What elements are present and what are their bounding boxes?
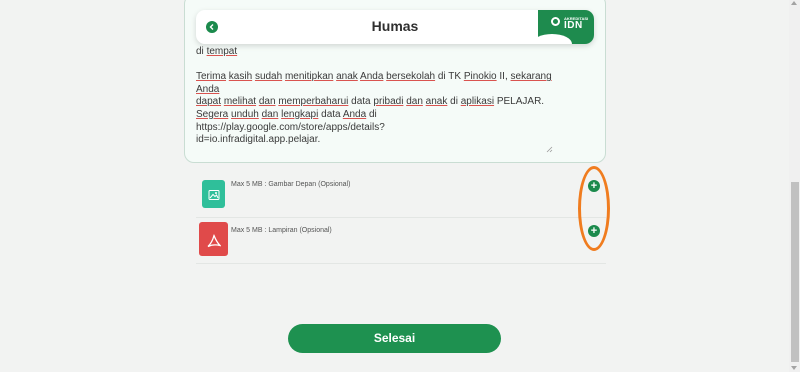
spellcheck-word: anak <box>425 96 448 108</box>
done-button[interactable]: Selesai <box>288 324 501 353</box>
message-text: data <box>318 108 343 120</box>
spellcheck-word: dan <box>406 96 423 108</box>
spellcheck-word: sudah <box>254 71 283 83</box>
upload-label-attachment: Max 5 MB : Lampiran (Opsional) <box>231 227 332 234</box>
scroll-down-arrow-icon[interactable] <box>791 366 797 370</box>
spellcheck-word: sekarang <box>510 71 552 83</box>
spellcheck-word: dan <box>261 108 279 120</box>
spellcheck-word: Anda <box>196 83 220 95</box>
message-text: di <box>447 96 461 108</box>
page-title: Humas <box>371 18 419 34</box>
resize-handle-icon[interactable] <box>546 146 553 153</box>
message-line-2: dapat melihat dan memperbaharui data pri… <box>196 96 556 109</box>
spellcheck-word: bersekolah <box>386 71 436 83</box>
image-file-icon <box>202 180 225 208</box>
spellcheck-word: Anda <box>360 71 384 83</box>
spellcheck-word: Segera <box>196 108 229 120</box>
brand-name: IDN <box>564 20 583 31</box>
scroll-up-arrow-icon[interactable] <box>791 1 797 5</box>
annotation-highlight-circle <box>578 166 610 251</box>
spellcheck-word: melihat <box>223 96 257 108</box>
spellcheck-word: menitipkan <box>284 71 334 83</box>
brand-wave-shape <box>538 34 572 44</box>
spellcheck-word: dan <box>258 96 276 108</box>
message-text: di TK <box>435 71 464 83</box>
brand-logo: AKREDITASI IDN <box>538 10 594 44</box>
pdf-file-icon <box>199 222 228 256</box>
header-bar: Humas AKREDITASI IDN <box>196 10 594 44</box>
spellcheck-word: pribadi <box>373 96 404 108</box>
sun-icon <box>551 17 560 26</box>
message-text: II, <box>496 71 511 83</box>
spellcheck-word: kasih <box>228 71 253 83</box>
spellcheck-word: Pinokio <box>463 71 497 83</box>
spellcheck-word: aplikasi <box>460 96 495 108</box>
upload-row-front-image: Max 5 MB : Gambar Depan (Opsional) + <box>196 174 606 218</box>
upload-label-front-image: Max 5 MB : Gambar Depan (Opsional) <box>231 181 351 188</box>
message-text: data <box>348 96 374 108</box>
upload-row-attachment: Max 5 MB : Lampiran (Opsional) + <box>196 220 606 264</box>
spellcheck-word: Terima <box>196 71 227 83</box>
scroll-thumb[interactable] <box>791 182 799 362</box>
message-line-4: id=io.infradigital.app.pelajar. <box>196 134 321 146</box>
spellcheck-word: anak <box>336 71 358 83</box>
spellcheck-word: dapat <box>196 96 222 108</box>
message-line-1: Terima kasih sudah menitipkan anak Anda … <box>196 71 556 96</box>
message-line-3: Segera unduh dan lengkapi data Anda di h… <box>196 109 556 134</box>
message-line-greeting: di tempat <box>196 46 238 57</box>
page-scrollbar[interactable] <box>789 0 800 372</box>
spellcheck-word: memperbaharui <box>278 96 349 108</box>
spellcheck-word: Anda <box>342 108 367 120</box>
message-text: PELAJAR. <box>494 96 545 108</box>
spellcheck-word: unduh <box>231 108 259 120</box>
message-textarea[interactable]: di tempat Terima kasih sudah menitipkan … <box>196 46 556 147</box>
spellcheck-word: lengkapi <box>281 108 319 120</box>
